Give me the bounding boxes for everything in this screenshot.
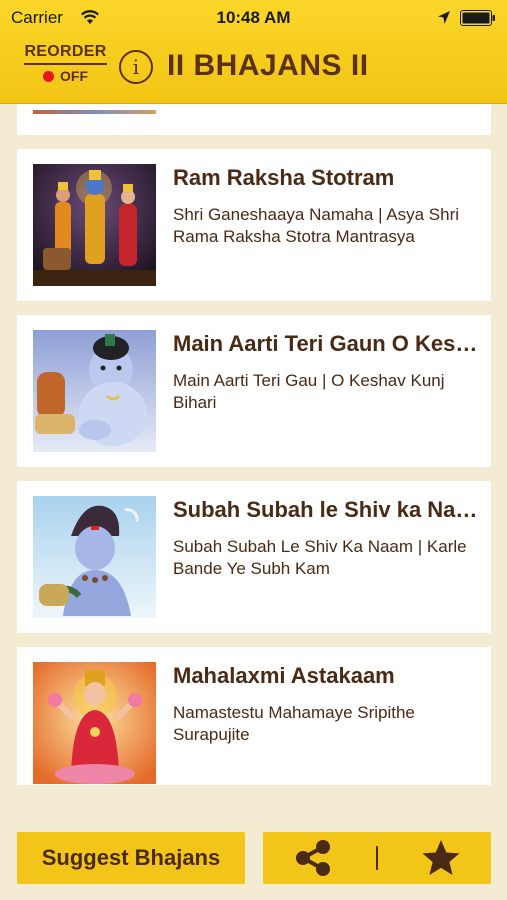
list-item[interactable]: Mahalaxmi Astakaam Namastestu Mahamaye S… bbox=[17, 647, 491, 785]
action-group bbox=[263, 832, 491, 884]
ram-sita-lakshman-image bbox=[33, 164, 156, 286]
location-icon bbox=[438, 11, 450, 24]
bhajan-title: Subah Subah le Shiv ka Naam bbox=[173, 497, 485, 522]
bhajan-subtitle: Subah Subah Le Shiv Ka Naam | Karle Band… bbox=[173, 537, 467, 578]
info-button[interactable]: i bbox=[119, 50, 153, 84]
list-item[interactable]: Subah Subah le Shiv ka Naam Subah Subah … bbox=[17, 481, 491, 633]
list-item-partial[interactable] bbox=[17, 104, 491, 135]
bottom-bar: Suggest Bhajans bbox=[0, 820, 507, 900]
shiva-image bbox=[33, 496, 156, 618]
reorder-label: REORDER bbox=[24, 43, 107, 65]
status-bar: Carrier 10:48 AM bbox=[0, 0, 507, 36]
share-button[interactable] bbox=[283, 838, 343, 878]
lakshmi-image bbox=[33, 662, 156, 784]
suggest-bhajans-button[interactable]: Suggest Bhajans bbox=[17, 832, 245, 884]
star-icon bbox=[422, 840, 460, 875]
clock: 10:48 AM bbox=[216, 8, 291, 27]
bhajan-title: Ram Raksha Stotram bbox=[173, 165, 395, 190]
bal-krishna-image bbox=[33, 330, 156, 452]
share-icon bbox=[296, 840, 330, 876]
info-icon: i bbox=[132, 55, 140, 79]
bhajan-subtitle: Main Aarti Teri Gau | O Keshav Kunj Biha… bbox=[173, 371, 445, 412]
list-item[interactable]: Ram Raksha Stotram Shri Ganeshaaya Namah… bbox=[17, 149, 491, 301]
bhajan-subtitle: Namastestu Mahamaye Sripithe Surapujite bbox=[173, 703, 415, 744]
bhajan-subtitle: Shri Ganeshaaya Namaha | Asya Shri Rama … bbox=[173, 205, 460, 246]
thumbnail-partial bbox=[33, 110, 156, 114]
reorder-state-text: OFF bbox=[60, 68, 88, 84]
app-header: Carrier 10:48 AM REORDER OFF i II BHAJAN… bbox=[0, 0, 507, 104]
reorder-state: OFF bbox=[24, 68, 107, 84]
bhajan-list[interactable]: Ram Raksha Stotram Shri Ganeshaaya Namah… bbox=[0, 104, 507, 820]
battery-icon bbox=[460, 10, 495, 26]
bhajan-title: Mahalaxmi Astakaam bbox=[173, 663, 395, 688]
reorder-toggle[interactable]: REORDER OFF bbox=[24, 43, 107, 91]
list-item[interactable]: Main Aarti Teri Gaun O Keshav Kunj Bihar… bbox=[17, 315, 491, 467]
page-title: II BHAJANS II bbox=[167, 49, 369, 82]
off-indicator-dot bbox=[43, 71, 54, 82]
divider bbox=[376, 846, 378, 870]
bhajan-title: Main Aarti Teri Gaun O Keshav Kunj Bihar… bbox=[173, 331, 485, 356]
favorite-button[interactable] bbox=[411, 838, 471, 878]
